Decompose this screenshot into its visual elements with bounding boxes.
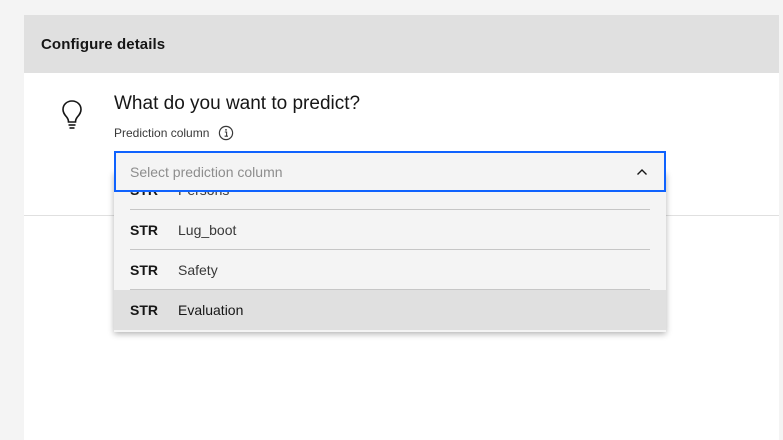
type-tag: STR (130, 222, 158, 238)
panel-title: Configure details (41, 35, 166, 53)
dropdown-option-evaluation[interactable]: STR Evaluation (114, 290, 666, 330)
panel-header: Configure details (24, 15, 779, 73)
prediction-question: What do you want to predict? (114, 93, 361, 114)
dropdown-option-safety[interactable]: STR Safety (114, 250, 666, 290)
option-name: Evaluation (178, 302, 244, 318)
chevron-up-icon[interactable] (636, 168, 648, 176)
prediction-column-dropdown-menu[interactable]: STR Persons STR Lug_boot STR Safety STR … (114, 172, 666, 332)
option-name: Safety (178, 262, 218, 278)
dropdown-list: STR Persons STR Lug_boot STR Safety STR … (114, 172, 666, 330)
field-label-row: Prediction column (114, 125, 234, 141)
information-icon[interactable] (218, 125, 234, 141)
select-placeholder: Select prediction column (130, 163, 283, 180)
type-tag: STR (130, 302, 158, 318)
prediction-column-label: Prediction column (114, 126, 210, 140)
type-tag: STR (130, 262, 158, 278)
dropdown-option-lug-boot[interactable]: STR Lug_boot (114, 210, 666, 250)
lightbulb-icon (62, 100, 82, 129)
prediction-column-select[interactable]: Select prediction column (114, 151, 666, 192)
option-name: Lug_boot (178, 222, 237, 238)
